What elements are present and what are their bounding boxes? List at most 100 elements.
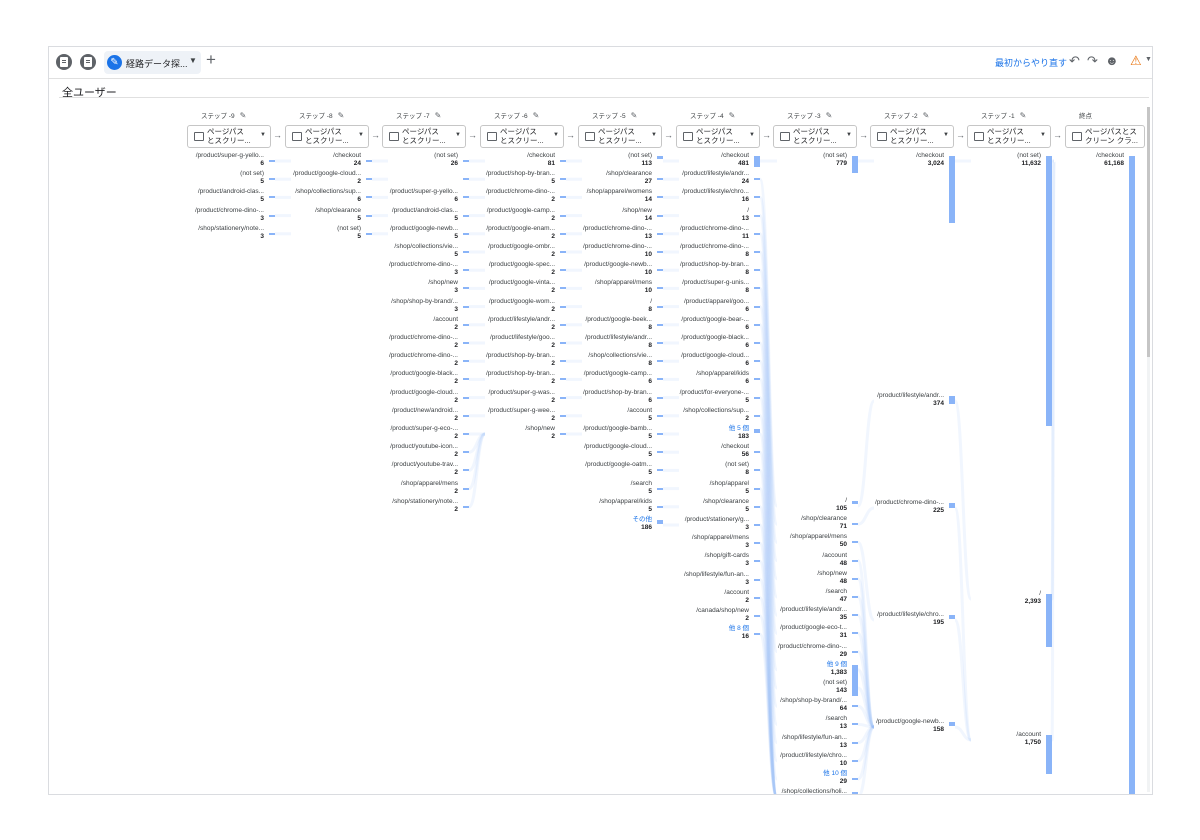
flow-tick[interactable]	[366, 232, 372, 235]
path-node[interactable]: /product/chrome-dino-... 8	[680, 243, 749, 259]
plus-icon[interactable]: +	[206, 50, 216, 70]
path-node[interactable]: /product/google-camp... 6	[584, 370, 652, 386]
path-node[interactable]: /product/google-camp... 2	[487, 207, 555, 223]
path-node[interactable]: /shop/shop-by-brand/... 64	[780, 697, 847, 713]
flow-tick[interactable]	[657, 214, 663, 217]
path-node[interactable]: /checkout 61,168	[1096, 152, 1124, 168]
flow-tick[interactable]	[269, 160, 275, 162]
flow-tick[interactable]	[269, 196, 275, 199]
path-node[interactable]: /product/shop-by-bran... 6	[583, 389, 652, 405]
flow-tick[interactable]	[657, 451, 663, 454]
flow-tick[interactable]	[852, 650, 858, 653]
path-node[interactable]: /search 5	[631, 480, 652, 496]
flow-bar[interactable]	[852, 683, 858, 687]
path-node[interactable]: /search 47	[826, 588, 847, 604]
path-node[interactable]: /product/chrome-dino-... 2	[389, 352, 458, 368]
flow-tick[interactable]	[754, 287, 760, 290]
path-node[interactable]: /checkout 3,024	[916, 152, 944, 168]
flow-tick[interactable]	[560, 378, 566, 381]
path-node[interactable]: /account 5	[627, 407, 652, 423]
path-node[interactable]: /product/chrome-dino-... 3	[195, 207, 264, 223]
path-node[interactable]: /shop/new 3	[428, 279, 458, 295]
path-node[interactable]: /product/lifestyle/andr... 2	[488, 316, 555, 332]
restart-button[interactable]: 最初からやり直す	[995, 56, 1067, 69]
path-node[interactable]: /product/google-cloud... 2	[390, 389, 458, 405]
path-node[interactable]: 他 8 個 16	[729, 625, 749, 641]
flow-tick[interactable]	[463, 232, 469, 235]
path-node[interactable]: /product/google-enam... 2	[486, 225, 555, 241]
path-node[interactable]: /checkout 81	[527, 152, 555, 168]
pencil-icon[interactable]: ✎	[631, 111, 638, 120]
path-node[interactable]: /product/google-bamb... 5	[583, 425, 652, 441]
path-node[interactable]: /shop/gift-cards 3	[705, 552, 749, 568]
flow-tick[interactable]	[657, 323, 663, 326]
path-node[interactable]: /shop/apparel/mens 2	[401, 480, 458, 496]
flow-tick[interactable]	[463, 360, 469, 363]
warning-icon[interactable]: ⚠	[1130, 53, 1142, 69]
path-node[interactable]: /product/lifestyle/goo... 2	[490, 334, 555, 350]
path-node[interactable]: /product/google-black... 2	[390, 370, 458, 386]
path-node[interactable]: /product/google-vinta... 2	[489, 279, 555, 295]
flow-bar[interactable]	[949, 396, 955, 405]
path-node[interactable]: /shop/collections/sup... 2	[683, 407, 749, 423]
dimension-dropdown[interactable]: ページパス とスクリー... ▼	[870, 125, 954, 148]
flow-tick[interactable]	[852, 559, 858, 562]
flow-tick[interactable]	[366, 214, 372, 217]
path-node[interactable]: /canada/shop/new 2	[696, 607, 749, 623]
path-node[interactable]: /product/lifestyle/andr... 8	[585, 334, 652, 350]
path-node[interactable]: /product/lifestyle/chro... 10	[780, 752, 847, 768]
path-node[interactable]: /2,393	[1025, 590, 1041, 606]
flow-tick[interactable]	[852, 577, 858, 580]
path-node[interactable]: /search 13	[826, 715, 847, 731]
flow-tick[interactable]	[852, 741, 858, 744]
flow-bar[interactable]	[949, 156, 955, 224]
flow-tick[interactable]	[560, 342, 566, 344]
path-node[interactable]: その他 186	[633, 516, 653, 532]
path-node[interactable]: /shop/apparel/mens 10	[595, 279, 652, 295]
clipboard-icon[interactable]	[80, 54, 96, 70]
path-node[interactable]: /account 2	[433, 316, 458, 332]
flow-tick[interactable]	[754, 360, 760, 363]
flow-tick[interactable]	[754, 633, 760, 636]
share-icon[interactable]: ☻	[1105, 53, 1119, 68]
flow-bar[interactable]	[1046, 156, 1052, 426]
flow-tick[interactable]	[560, 160, 566, 162]
path-node[interactable]: /shop/new 2	[525, 425, 555, 441]
path-node[interactable]: /shop/collections/holi...150	[782, 788, 847, 794]
flow-tick[interactable]	[852, 705, 858, 708]
dimension-dropdown[interactable]: ページパス とスクリー... ▼	[480, 125, 564, 148]
flow-bar[interactable]	[657, 520, 663, 525]
path-node[interactable]: /product/chrome-dino-... 11	[680, 225, 749, 241]
path-node[interactable]: /shop/apparel/kids 6	[696, 370, 749, 386]
path-node[interactable]: /product/apparel/goo... 6	[684, 298, 749, 314]
chevron-down-icon[interactable]: ▼	[189, 56, 197, 65]
path-node[interactable]: /product/android-clas... 5	[198, 188, 264, 204]
path-node[interactable]: /shop/collections/vie... 8	[588, 352, 652, 368]
path-node[interactable]: /shop/collections/sup... 6	[295, 188, 361, 204]
flow-tick[interactable]	[657, 505, 663, 508]
flow-bar[interactable]	[852, 501, 858, 504]
pencil-icon[interactable]: ✎	[826, 111, 833, 120]
path-node[interactable]: /product/google-beek... 8	[586, 316, 653, 332]
pencil-icon[interactable]: ✎	[338, 111, 345, 120]
flow-tick[interactable]	[269, 214, 275, 217]
flow-tick[interactable]	[560, 360, 566, 363]
path-node[interactable]: /product/google-oatm... 5	[585, 461, 652, 477]
flow-bar[interactable]	[852, 792, 858, 794]
flow-tick[interactable]	[657, 378, 663, 381]
path-node[interactable]: /product/lifestyle/andr... 24	[682, 170, 749, 186]
path-node[interactable]: (not set) 143	[823, 679, 847, 695]
path-node[interactable]: /product/new/android... 2	[392, 407, 458, 423]
flow-tick[interactable]	[463, 305, 469, 308]
flow-tick[interactable]	[657, 396, 663, 399]
flow-tick[interactable]	[657, 433, 663, 435]
flow-tick[interactable]	[463, 251, 469, 253]
flow-bar[interactable]	[657, 156, 663, 159]
flow-tick[interactable]	[754, 469, 760, 472]
path-node[interactable]: /product/lifestyle/chro... 16	[682, 188, 749, 204]
path-node[interactable]: 他 9 個 1,383	[827, 661, 847, 677]
flow-tick[interactable]	[754, 305, 760, 308]
path-node[interactable]: /checkout 24	[333, 152, 361, 168]
flow-tick[interactable]	[560, 251, 566, 253]
path-node[interactable]: 他 10 個 29	[823, 770, 847, 786]
